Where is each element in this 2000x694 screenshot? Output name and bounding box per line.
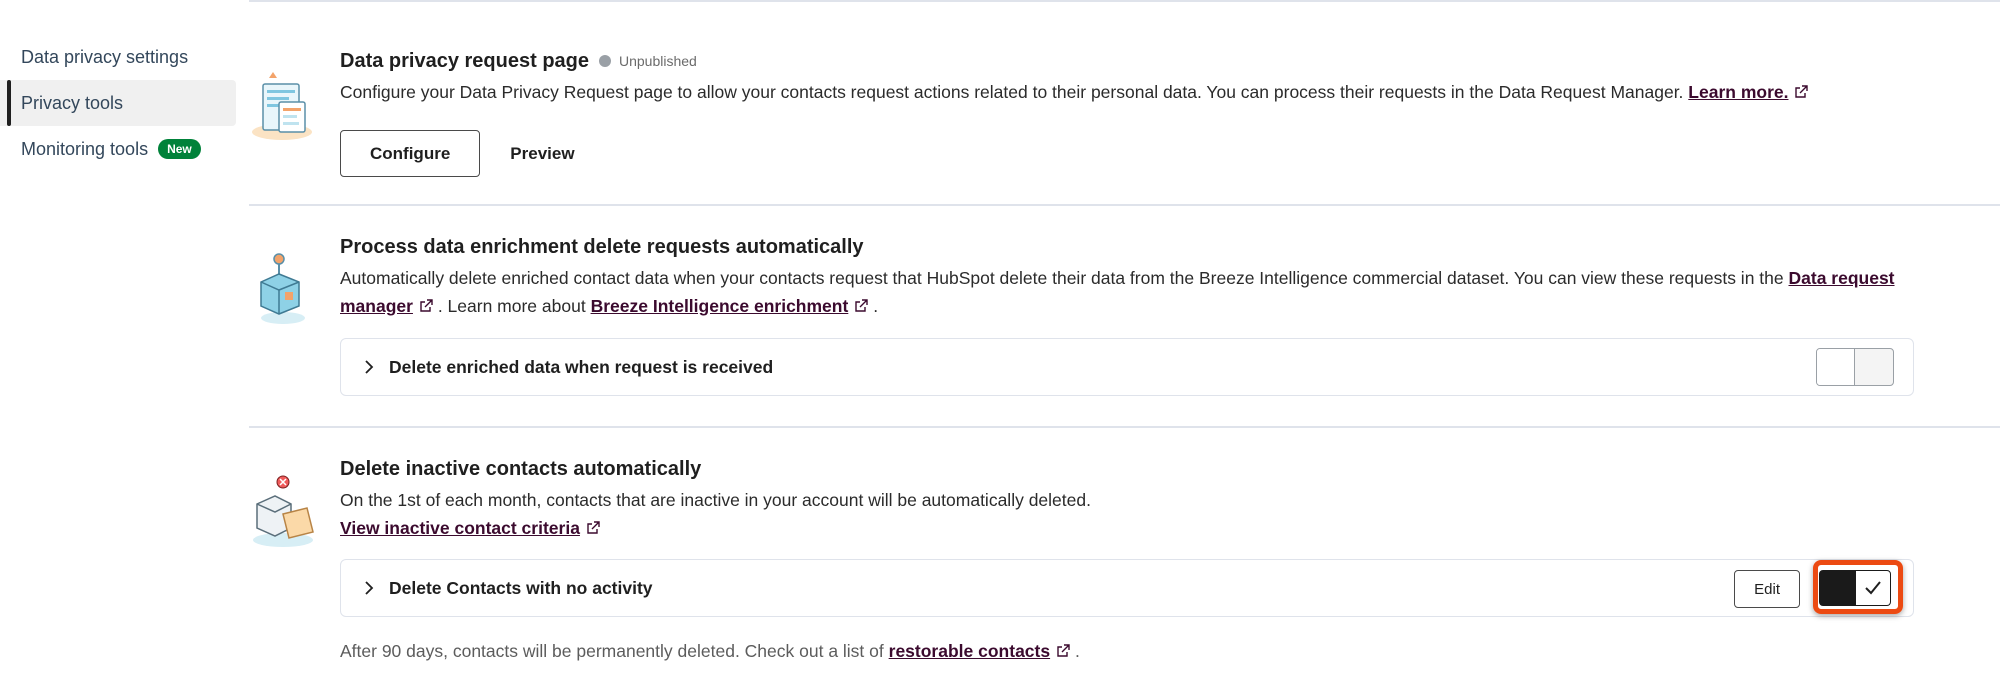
enrichment-panel-label[interactable]: Delete enriched data when request is rec… — [389, 357, 773, 378]
preview-button[interactable]: Preview — [510, 144, 574, 164]
external-link-icon — [587, 521, 600, 534]
status-text: Unpublished — [619, 53, 697, 69]
request-page-content: Data privacy request page Unpublished Co… — [340, 48, 1914, 177]
enrichment-panel: Delete enriched data when request is rec… — [340, 338, 1914, 396]
sidebar-nav: Data privacy settings Privacy tools Moni… — [0, 34, 236, 172]
request-page-section: Data privacy request page Unpublished Co… — [249, 48, 2000, 198]
description-text: Automatically delete enriched contact da… — [340, 268, 1784, 288]
enrichment-illustration — [249, 252, 319, 332]
edit-button[interactable]: Edit — [1734, 570, 1800, 608]
view-inactive-criteria-link[interactable]: View inactive contact criteria — [340, 518, 580, 538]
enrichment-content: Process data enrichment delete requests … — [340, 234, 1914, 396]
request-page-title: Data privacy request page — [340, 49, 589, 72]
note-text: After 90 days, contacts will be permanen… — [340, 641, 884, 661]
request-page-actions: Configure Preview — [340, 130, 1914, 177]
toggle-track-fill — [1820, 571, 1856, 605]
sidebar-item-monitoring-tools[interactable]: Monitoring tools New — [0, 126, 236, 172]
sidebar-item-data-privacy-settings[interactable]: Data privacy settings — [0, 34, 236, 80]
external-link-icon — [1057, 644, 1070, 657]
request-page-illustration — [249, 64, 319, 144]
inactive-toggle[interactable] — [1819, 570, 1891, 606]
chevron-right-icon[interactable] — [361, 359, 377, 375]
inactive-section: Delete inactive contacts automatically O… — [249, 456, 2000, 694]
sidebar-item-label: Monitoring tools — [21, 138, 149, 159]
sidebar-item-label: Privacy tools — [21, 92, 124, 113]
inactive-panel-label[interactable]: Delete Contacts with no activity — [389, 578, 653, 599]
inactive-illustration — [249, 474, 319, 554]
inactive-title: Delete inactive contacts automatically — [340, 457, 702, 480]
learn-more-link[interactable]: Learn more. — [1688, 82, 1788, 102]
sidebar-item-privacy-tools[interactable]: Privacy tools — [0, 80, 236, 126]
enrichment-title: Process data enrichment delete requests … — [340, 235, 864, 258]
request-page-description: Configure your Data Privacy Request page… — [340, 78, 1914, 106]
section-divider — [249, 204, 2000, 206]
external-link-icon — [855, 299, 869, 312]
external-link-icon — [420, 299, 433, 312]
description-text: Configure your Data Privacy Request page… — [340, 82, 1684, 102]
toggle-knob — [1817, 349, 1855, 385]
toggle-knob — [1856, 571, 1890, 605]
sidebar-item-label: Data privacy settings — [21, 46, 189, 67]
configure-button[interactable]: Configure — [340, 130, 481, 177]
status-badge: Unpublished — [599, 53, 697, 69]
enrichment-toggle[interactable] — [1816, 348, 1894, 386]
enrichment-section: Process data enrichment delete requests … — [249, 234, 2000, 404]
inactive-panel: Delete Contacts with no activity Edit — [340, 559, 1914, 617]
learn-more-text: . Learn more about — [437, 296, 586, 316]
enrichment-description: Automatically delete enriched contact da… — [340, 264, 1914, 320]
external-link-icon — [1795, 85, 1809, 98]
description-text: On the 1st of each month, contacts that … — [340, 490, 1091, 510]
section-divider — [249, 426, 2000, 428]
breeze-enrichment-link[interactable]: Breeze Intelligence enrichment — [591, 296, 849, 316]
new-badge: New — [158, 139, 201, 159]
inactive-note: After 90 days, contacts will be permanen… — [340, 641, 1914, 662]
checkmark-icon — [1865, 581, 1881, 595]
inactive-description: On the 1st of each month, contacts that … — [340, 486, 1914, 542]
period-text: . — [873, 296, 879, 316]
status-dot-icon — [599, 55, 611, 67]
restorable-contacts-link[interactable]: restorable contacts — [889, 641, 1050, 661]
chevron-right-icon[interactable] — [361, 580, 377, 596]
note-suffix: . — [1074, 641, 1080, 661]
top-divider — [249, 0, 2000, 2]
inactive-content: Delete inactive contacts automatically O… — [340, 456, 1914, 662]
